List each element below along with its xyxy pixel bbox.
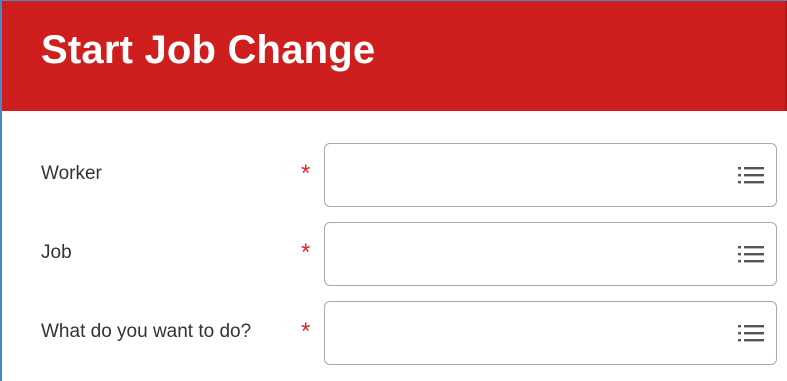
job-field-row: Job * bbox=[2, 222, 787, 288]
action-label: What do you want to do? bbox=[41, 321, 252, 342]
required-indicator: * bbox=[301, 318, 311, 345]
action-text-input[interactable] bbox=[335, 302, 729, 366]
list-icon[interactable] bbox=[738, 244, 764, 264]
start-job-change-dialog: Start Job Change Worker * Job * What do … bbox=[0, 0, 787, 381]
worker-label: Worker bbox=[41, 163, 102, 184]
page-header: Start Job Change bbox=[2, 1, 787, 111]
job-label: Job bbox=[41, 242, 72, 263]
worker-input[interactable] bbox=[324, 143, 777, 208]
page-title: Start Job Change bbox=[41, 28, 376, 72]
action-field-row: What do you want to do? * bbox=[2, 301, 787, 367]
required-indicator: * bbox=[301, 239, 311, 266]
worker-text-input[interactable] bbox=[335, 144, 729, 208]
list-icon[interactable] bbox=[738, 165, 764, 185]
action-input[interactable] bbox=[324, 301, 777, 366]
required-indicator: * bbox=[301, 160, 311, 187]
job-input[interactable] bbox=[324, 222, 777, 287]
worker-field-row: Worker * bbox=[2, 143, 787, 209]
list-icon[interactable] bbox=[738, 323, 764, 343]
job-text-input[interactable] bbox=[335, 223, 729, 287]
